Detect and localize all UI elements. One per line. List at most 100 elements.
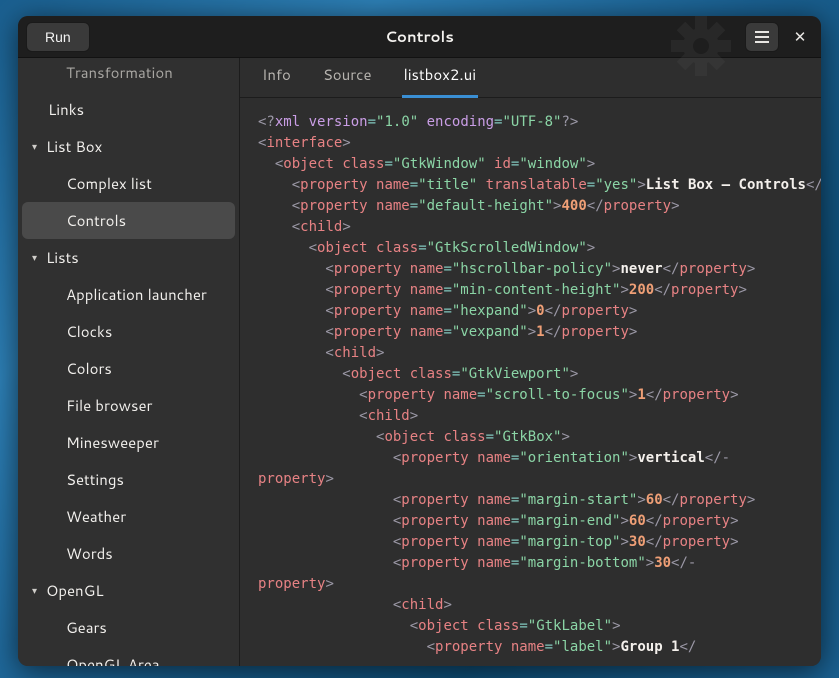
code-token: </ — [806, 177, 821, 193]
tab-listbox2-ui[interactable]: listbox2.ui — [402, 58, 478, 98]
code-token: name — [477, 492, 511, 508]
code-token: = — [443, 282, 451, 298]
sidebar-item-weather[interactable]: Weather — [18, 498, 239, 535]
code-token: "GtkLabel" — [528, 618, 612, 634]
code-token: "margin-bottom" — [519, 555, 645, 571]
code-token: > — [629, 324, 637, 340]
code-token: property — [334, 261, 410, 277]
code-token: "UTF-8" — [502, 114, 561, 130]
app-window: Run Controls — [18, 16, 821, 666]
code-token: property — [258, 576, 325, 592]
code-token: child — [334, 345, 376, 361]
sidebar-header-label: Lists — [46, 247, 79, 268]
sidebar-item-settings[interactable]: Settings — [18, 461, 239, 498]
sidebar-item-gears[interactable]: Gears — [18, 609, 239, 646]
sidebar-item-colors[interactable]: Colors — [18, 350, 239, 387]
code-token: never — [620, 261, 662, 277]
code-token: "margin-end" — [519, 513, 620, 529]
code-token: > — [671, 198, 679, 214]
code-token: < — [258, 492, 401, 508]
code-token: "GtkScrolledWindow" — [427, 240, 587, 256]
code-token: property — [368, 387, 444, 403]
sidebar-item-links[interactable]: Links — [18, 91, 239, 128]
code-token: < — [258, 387, 368, 403]
sidebar-item-minesweeper[interactable]: Minesweeper — [18, 424, 239, 461]
code-token: "margin-top" — [519, 534, 620, 550]
code-token: 1 — [637, 387, 645, 403]
sidebar[interactable]: TransformationLinks▾List BoxComplex list… — [18, 58, 240, 666]
sidebar-header-opengl[interactable]: ▾OpenGL — [18, 572, 239, 609]
menu-button[interactable] — [745, 22, 779, 52]
code-token: < — [258, 303, 334, 319]
code-token: = — [443, 261, 451, 277]
tab-bar: Info Source listbox2.ui — [240, 58, 821, 98]
code-token: > — [730, 387, 738, 403]
sidebar-item-clocks[interactable]: Clocks — [18, 313, 239, 350]
code-token: < — [258, 534, 401, 550]
code-view[interactable]: <?xml version="1.0" encoding="UTF-8"?> <… — [240, 98, 821, 666]
code-token: "hscrollbar-policy" — [452, 261, 612, 277]
code-token: > — [738, 282, 746, 298]
code-token: "1.0" — [376, 114, 418, 130]
code-token: property — [334, 303, 410, 319]
code-token: < — [258, 618, 418, 634]
code-token: </ — [646, 513, 663, 529]
code-token: property — [663, 513, 730, 529]
code-token: < — [258, 177, 300, 193]
code-token: child — [300, 219, 342, 235]
code-token: </ — [680, 639, 697, 655]
code-token: 200 — [629, 282, 654, 298]
sidebar-item-application-launcher[interactable]: Application launcher — [18, 276, 239, 313]
code-token: = — [368, 114, 376, 130]
close-button[interactable]: ✕ — [783, 22, 817, 52]
code-token: = — [545, 639, 553, 655]
code-token: 60 — [629, 513, 646, 529]
sidebar-header-lists[interactable]: ▾Lists — [18, 239, 239, 276]
code-token: encoding — [418, 114, 494, 130]
code-token: = — [410, 177, 418, 193]
code-token: > — [620, 282, 628, 298]
code-token: "label" — [553, 639, 612, 655]
code-token: = — [587, 177, 595, 193]
code-token: property — [679, 261, 746, 277]
code-token: </ — [663, 261, 680, 277]
code-token: object — [351, 366, 410, 382]
code-token: > — [587, 240, 595, 256]
code-token: > — [587, 156, 595, 172]
code-token: > — [730, 513, 738, 529]
code-token: name — [477, 555, 511, 571]
tab-source[interactable]: Source — [321, 58, 374, 98]
code-token: name — [410, 261, 444, 277]
code-token: <? — [258, 114, 275, 130]
code-token: </ — [646, 534, 663, 550]
code-token: "scroll-to-focus" — [486, 387, 629, 403]
sidebar-item-truncated[interactable]: Transformation — [18, 60, 239, 91]
code-token: > — [730, 534, 738, 550]
code-token: </ — [545, 324, 562, 340]
run-button[interactable]: Run — [26, 22, 90, 52]
code-token: </- — [705, 450, 730, 466]
window-title: Controls — [385, 26, 454, 47]
code-token: > — [528, 324, 536, 340]
sidebar-item-opengl-area[interactable]: OpenGL Area — [18, 646, 239, 666]
code-token: </ — [646, 387, 663, 403]
code-token: > — [629, 303, 637, 319]
code-token: property — [671, 282, 738, 298]
code-token: property — [401, 513, 477, 529]
code-token: > — [747, 492, 755, 508]
tab-info[interactable]: Info — [260, 58, 293, 98]
code-token: > — [646, 555, 654, 571]
sidebar-item-words[interactable]: Words — [18, 535, 239, 572]
code-token: </ — [545, 303, 562, 319]
code-token: > — [612, 618, 620, 634]
code-token: < — [258, 366, 351, 382]
code-token: "GtkViewport" — [460, 366, 570, 382]
code-token: "title" — [418, 177, 477, 193]
code-token: class — [376, 240, 418, 256]
sidebar-header-list-box[interactable]: ▾List Box — [18, 128, 239, 165]
sidebar-item-complex-list[interactable]: Complex list — [18, 165, 239, 202]
sidebar-item-file-browser[interactable]: File browser — [18, 387, 239, 424]
sidebar-item-controls[interactable]: Controls — [22, 202, 235, 239]
code-token: < — [258, 408, 368, 424]
content-area: InfoSourcelistbox2.ui <?xml version="1.0… — [240, 58, 821, 666]
